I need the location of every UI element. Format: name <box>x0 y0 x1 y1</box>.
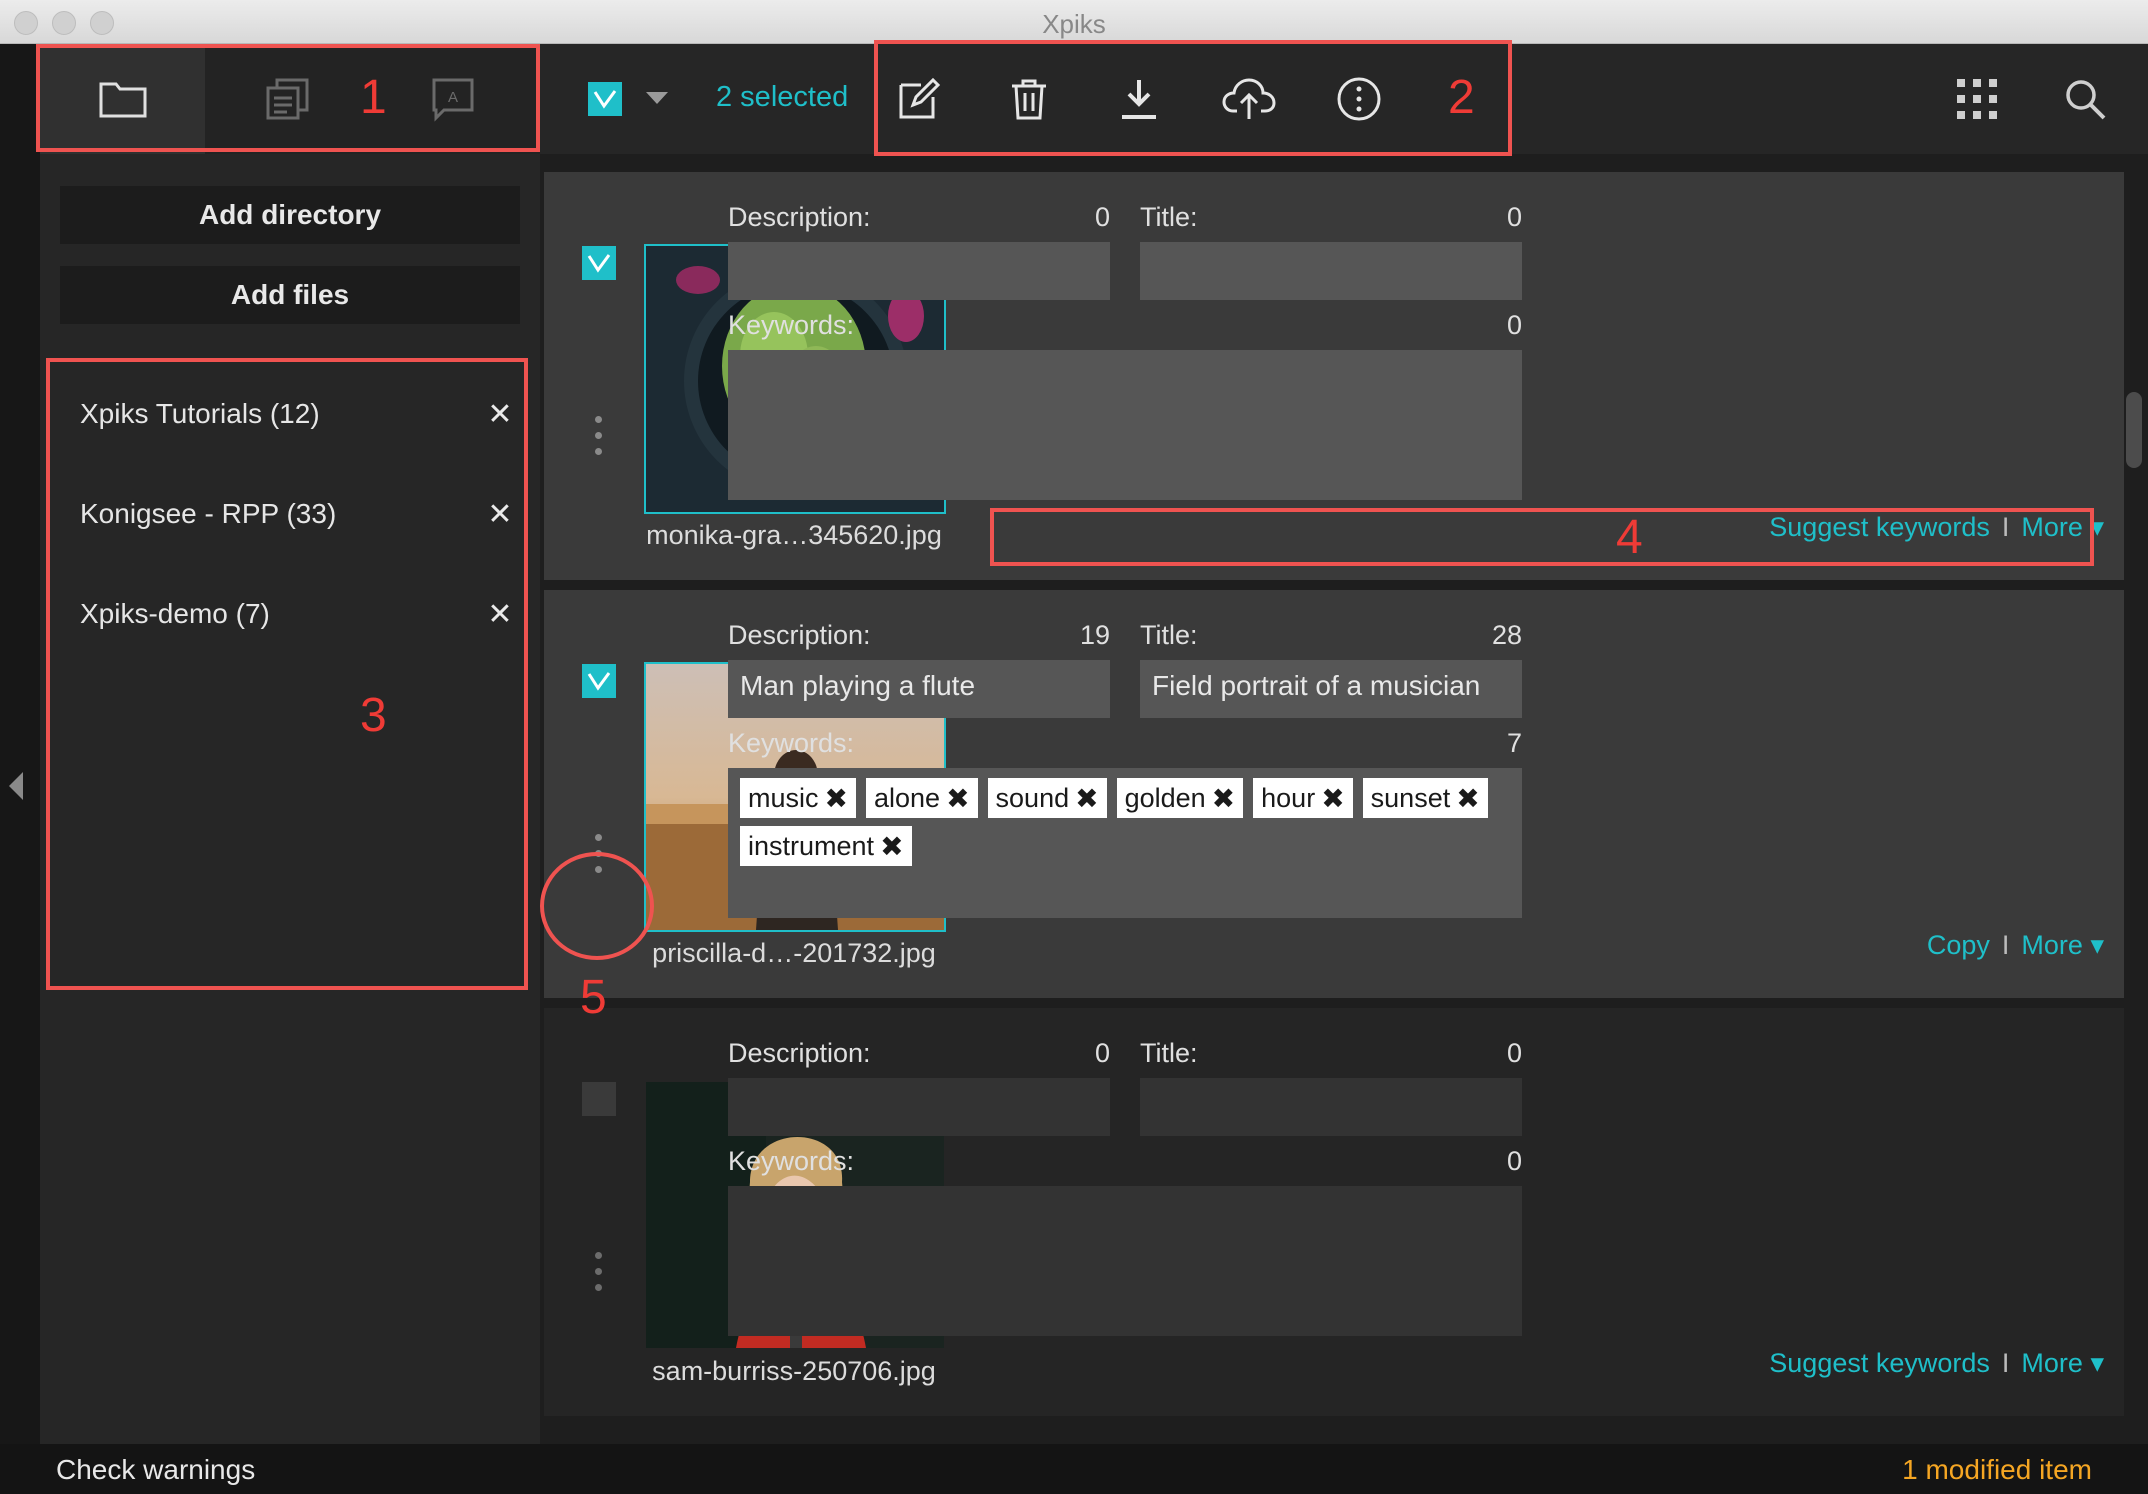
title-field[interactable] <box>1140 242 1522 300</box>
artwork-links: Copy I More ▾ <box>1926 930 2104 961</box>
checkmark-icon <box>587 672 611 691</box>
collapse-sidebar-icon[interactable] <box>9 772 23 800</box>
search-button[interactable] <box>2058 72 2112 126</box>
annotation-number: 1 <box>360 71 387 124</box>
remove-keyword-icon[interactable]: ✖ <box>1456 782 1479 815</box>
annotation-circle <box>540 852 654 960</box>
grid-icon <box>1957 79 1997 119</box>
annotation-box <box>36 44 540 152</box>
description-label: Description: <box>728 202 871 232</box>
keywords-label: Keywords: <box>728 728 855 758</box>
select-all-checkbox[interactable] <box>578 72 632 126</box>
artwork-links: Suggest keywords I More ▾ <box>1769 1348 2104 1379</box>
artwork-checkbox[interactable] <box>582 246 616 280</box>
add-files-button[interactable]: Add files <box>60 266 520 324</box>
title-field[interactable] <box>1140 1078 1522 1136</box>
description-label: Description: <box>728 620 871 650</box>
description-count: 19 <box>1079 620 1110 650</box>
keywords-field[interactable] <box>728 350 1522 500</box>
keyword-tag[interactable]: instrument ✖ <box>740 826 912 866</box>
copy-link[interactable]: Copy <box>1927 930 1990 961</box>
description-label: Description: <box>728 1038 871 1068</box>
annotation-number: 2 <box>1448 71 1475 124</box>
remove-keyword-icon[interactable]: ✖ <box>825 782 848 815</box>
checkmark-icon <box>593 90 617 109</box>
annotation-box <box>990 508 2094 566</box>
annotation-number: 3 <box>360 689 387 742</box>
left-edge-strip <box>0 44 40 1444</box>
annotation-box <box>874 40 1512 156</box>
more-menu-link[interactable]: More ▾ <box>2021 930 2104 961</box>
annotation-box <box>46 358 528 990</box>
remove-keyword-icon[interactable]: ✖ <box>946 782 969 815</box>
annotation-number: 4 <box>1616 511 1643 564</box>
artwork-filename: sam-burriss-250706.jpg <box>652 1356 936 1386</box>
check-warnings-link[interactable]: Check warnings <box>56 1454 255 1486</box>
keyword-tag[interactable]: hour ✖ <box>1253 778 1353 818</box>
suggest-keywords-link[interactable]: Suggest keywords <box>1769 1348 1990 1379</box>
description-field[interactable] <box>728 1078 1110 1136</box>
description-field[interactable]: Man playing a flute <box>728 660 1110 718</box>
title-count: 28 <box>1491 620 1522 650</box>
grid-view-button[interactable] <box>1950 72 2004 126</box>
keywords-field[interactable]: music ✖ alone ✖ sound ✖ golden ✖ hour ✖ sunset ✖ ins… <box>728 768 1522 918</box>
artwork-checkbox[interactable] <box>582 664 616 698</box>
keywords-count: 0 <box>1506 310 1522 340</box>
keyword-tag[interactable]: sunset ✖ <box>1362 778 1488 818</box>
search-icon <box>2066 80 2106 120</box>
title-label: Title: <box>1140 202 1198 232</box>
window-title: Xpiks <box>1042 9 1106 39</box>
title-count: 0 <box>1506 1038 1522 1068</box>
keywords-count: 7 <box>1506 728 1522 758</box>
description-field[interactable] <box>728 242 1110 300</box>
remove-keyword-icon[interactable]: ✖ <box>1212 782 1235 815</box>
keyword-tag[interactable]: sound ✖ <box>987 778 1107 818</box>
description-count: 0 <box>1094 1038 1110 1068</box>
keywords-label: Keywords: <box>728 1146 855 1176</box>
remove-keyword-icon[interactable]: ✖ <box>880 830 903 863</box>
keyword-tag[interactable]: alone ✖ <box>865 778 978 818</box>
add-directory-button[interactable]: Add directory <box>60 186 520 244</box>
keyword-tag[interactable]: golden ✖ <box>1116 778 1244 818</box>
title-label: Title: <box>1140 620 1198 650</box>
artwork-filename: monika-gra…345620.jpg <box>646 520 942 550</box>
checkmark-icon <box>587 254 611 273</box>
title-label: Title: <box>1140 1038 1198 1068</box>
status-bar: Check warnings 1 modified item <box>0 1444 2148 1494</box>
artwork-item[interactable]: sam-burriss-250706.jpg Description: 0 Ti… <box>544 1008 2124 1416</box>
annotation-number: 5 <box>580 971 607 1024</box>
list-scrollbar[interactable] <box>2126 392 2142 468</box>
selected-count: 2 selected <box>716 81 849 113</box>
keywords-field[interactable] <box>728 1186 1522 1336</box>
artworks-list: monika-gra…345620.jpg Description: 0 Tit… <box>540 154 2148 1444</box>
keyword-tag[interactable]: music ✖ <box>740 778 856 818</box>
modified-items-link[interactable]: 1 modified item <box>1902 1454 2092 1486</box>
keywords-count: 0 <box>1506 1146 1522 1176</box>
keywords-label: Keywords: <box>728 310 855 340</box>
more-menu-link[interactable]: More ▾ <box>2021 1348 2104 1379</box>
artwork-filename: priscilla-d…-201732.jpg <box>652 938 936 968</box>
artwork-checkbox[interactable] <box>582 1082 616 1116</box>
title-field[interactable]: Field portrait of a musician <box>1140 660 1522 718</box>
artwork-menu-icon[interactable] <box>592 1252 604 1300</box>
remove-keyword-icon[interactable]: ✖ <box>1321 782 1344 815</box>
title-count: 0 <box>1506 202 1522 232</box>
select-options-dropdown[interactable] <box>630 72 684 126</box>
artwork-item[interactable]: priscilla-d…-201732.jpg Description: 19 … <box>544 590 2124 998</box>
remove-keyword-icon[interactable]: ✖ <box>1075 782 1098 815</box>
description-count: 0 <box>1094 202 1110 232</box>
artwork-menu-icon[interactable] <box>592 416 604 464</box>
chevron-down-icon <box>646 92 668 104</box>
window-titlebar: Xpiks <box>0 0 2148 44</box>
